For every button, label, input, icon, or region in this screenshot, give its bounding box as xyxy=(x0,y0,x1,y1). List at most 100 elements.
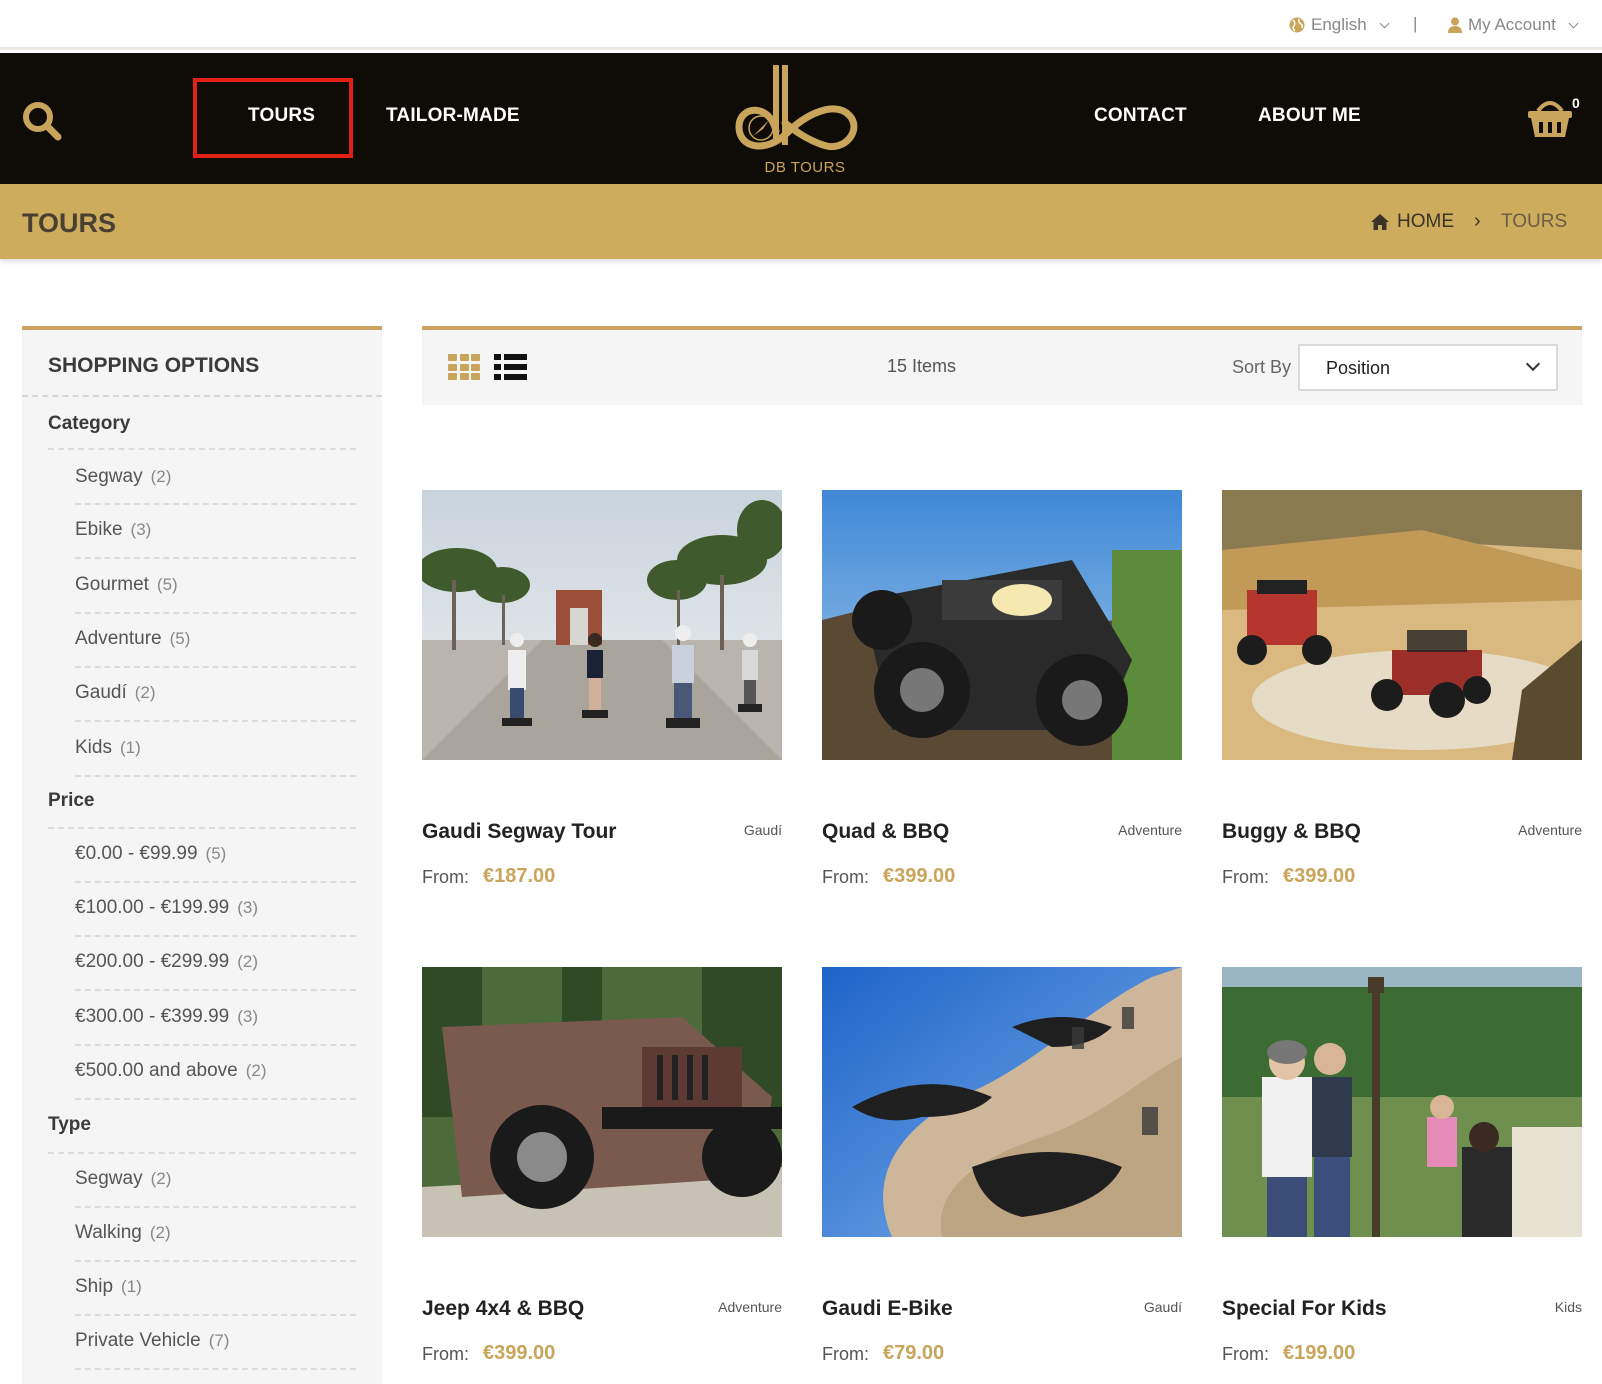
nav-tours[interactable]: TOURS xyxy=(248,105,315,127)
filter-heading-type[interactable]: Type xyxy=(48,1114,91,1136)
product-category: Adventure xyxy=(718,1299,782,1315)
divider xyxy=(22,395,382,397)
sort-select-value: Position xyxy=(1326,358,1391,378)
nav-contact[interactable]: CONTACT xyxy=(1094,105,1187,127)
filter-count: (1) xyxy=(121,1277,142,1296)
globe-icon xyxy=(1289,17,1305,33)
filter-label: Segway xyxy=(75,1168,143,1189)
breadcrumb-current: TOURS xyxy=(1501,211,1568,232)
chevron-down-icon xyxy=(1379,18,1390,28)
filter-item[interactable]: Segway (2) xyxy=(75,1168,171,1190)
filter-item[interactable]: Private Vehicle (7) xyxy=(75,1330,229,1352)
product-price: €399.00 xyxy=(483,1342,556,1364)
filter-heading-category[interactable]: Category xyxy=(48,413,130,435)
divider xyxy=(75,1368,356,1370)
cart-icon[interactable] xyxy=(1526,97,1574,139)
product-image[interactable] xyxy=(1222,967,1582,1237)
product-category: Gaudí xyxy=(743,822,782,838)
filter-item[interactable]: Segway (2) xyxy=(75,466,171,488)
divider xyxy=(75,612,356,614)
filter-count: (3) xyxy=(237,1007,259,1026)
filter-item[interactable]: €300.00 - €399.99 (3) xyxy=(75,1006,258,1028)
product-name[interactable]: Gaudi E-Bike xyxy=(822,1297,953,1321)
product-price: €79.00 xyxy=(883,1342,945,1364)
filter-label: Gaudí xyxy=(75,682,127,703)
product-price: €399.00 xyxy=(1283,865,1356,887)
home-icon xyxy=(1371,214,1389,230)
sort-select[interactable]: Position xyxy=(1298,344,1558,391)
divider xyxy=(75,775,356,777)
price-from-label: From: xyxy=(1222,1344,1269,1364)
product-price: €199.00 xyxy=(1283,1342,1356,1364)
filter-label: €0.00 - €99.99 xyxy=(75,843,198,864)
divider xyxy=(75,1206,356,1208)
filter-count: (2) xyxy=(150,1169,172,1188)
product-image[interactable] xyxy=(422,967,782,1237)
divider xyxy=(75,666,356,668)
filter-count: (2) xyxy=(245,1061,267,1080)
filter-item[interactable]: Walking (2) xyxy=(75,1222,171,1244)
product-category: Kids xyxy=(1554,1299,1582,1315)
divider xyxy=(75,1314,356,1316)
filter-item[interactable]: Ebike (3) xyxy=(75,519,151,541)
user-icon xyxy=(1448,17,1462,33)
filter-count: (5) xyxy=(169,629,191,648)
page-title: TOURS xyxy=(22,208,117,238)
product-name[interactable]: Buggy & BBQ xyxy=(1222,820,1361,844)
filter-count: (2) xyxy=(149,1223,171,1242)
filter-label: Kids xyxy=(75,737,112,758)
logo-text: DB TOURS xyxy=(764,159,846,176)
product-image[interactable] xyxy=(822,490,1182,760)
db-tours-logo[interactable]: DB TOURS xyxy=(735,63,875,178)
filter-item[interactable]: Adventure (5) xyxy=(75,628,190,650)
filter-label: €100.00 - €199.99 xyxy=(75,897,230,918)
product-price: €187.00 xyxy=(483,865,556,887)
filter-heading-price[interactable]: Price xyxy=(48,790,94,812)
breadcrumb-separator: › xyxy=(1474,210,1481,232)
divider xyxy=(75,989,356,991)
sort-label: Sort By xyxy=(1232,357,1292,377)
nav-about[interactable]: ABOUT ME xyxy=(1258,105,1361,127)
main-header: TOURS TAILOR-MADE DB TOURS CONTACT ABOUT… xyxy=(0,53,1602,184)
product-category: Adventure xyxy=(1518,822,1582,838)
product-name[interactable]: Gaudi Segway Tour xyxy=(422,820,616,844)
filter-label: Private Vehicle xyxy=(75,1330,201,1351)
divider xyxy=(75,1098,356,1100)
filter-label: Ship xyxy=(75,1276,114,1297)
filter-item[interactable]: €200.00 - €299.99 (2) xyxy=(75,951,258,973)
product-image[interactable] xyxy=(822,967,1182,1237)
divider xyxy=(75,935,356,937)
filter-count: (5) xyxy=(156,575,178,594)
divider xyxy=(75,1044,356,1046)
product-image[interactable] xyxy=(1222,490,1582,760)
product-image[interactable] xyxy=(422,490,782,760)
filter-item[interactable]: Kids (1) xyxy=(75,737,141,759)
filter-label: €500.00 and above xyxy=(75,1060,238,1081)
nav-tailor-made[interactable]: TAILOR-MADE xyxy=(386,105,520,127)
divider xyxy=(48,448,356,450)
divider xyxy=(48,1152,356,1154)
grid-view-icon[interactable] xyxy=(448,354,480,380)
page-title-band: TOURS HOME › TOURS xyxy=(0,184,1602,259)
divider xyxy=(75,503,356,505)
list-view-icon[interactable] xyxy=(494,354,527,380)
product-name[interactable]: Special For Kids xyxy=(1222,1297,1387,1321)
language-label: English xyxy=(1311,15,1367,34)
filter-count: (3) xyxy=(130,520,152,539)
language-switcher[interactable]: English xyxy=(1289,15,1390,35)
breadcrumb-home[interactable]: HOME xyxy=(1371,211,1454,233)
account-menu[interactable]: My Account xyxy=(1448,15,1579,35)
filter-label: €200.00 - €299.99 xyxy=(75,951,230,972)
filter-item[interactable]: €0.00 - €99.99 (5) xyxy=(75,843,226,865)
filter-item[interactable]: Gourmet (5) xyxy=(75,574,178,596)
filter-item[interactable]: €500.00 and above (2) xyxy=(75,1060,267,1082)
filter-count: (5) xyxy=(205,844,227,863)
topbar-separator: | xyxy=(1413,14,1418,33)
filter-item[interactable]: Ship (1) xyxy=(75,1276,142,1298)
filter-item[interactable]: Gaudí (2) xyxy=(75,682,156,704)
search-icon[interactable] xyxy=(22,101,62,141)
chevron-down-icon xyxy=(1568,18,1579,28)
filter-item[interactable]: €100.00 - €199.99 (3) xyxy=(75,897,258,919)
product-name[interactable]: Quad & BBQ xyxy=(822,820,949,844)
product-name[interactable]: Jeep 4x4 & BBQ xyxy=(422,1297,584,1321)
